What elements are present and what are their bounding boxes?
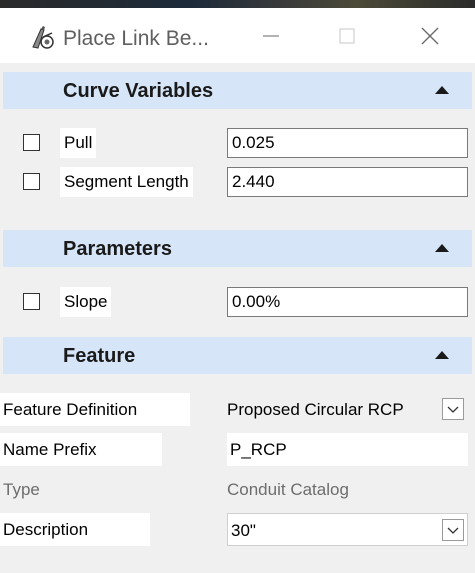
section-title: Curve Variables bbox=[63, 80, 214, 102]
description-select[interactable]: 30" bbox=[227, 513, 468, 546]
section-header-curve-variables[interactable]: Curve Variables bbox=[3, 72, 472, 109]
slope-input[interactable]: 0.00% bbox=[227, 287, 468, 317]
chevron-up-icon[interactable] bbox=[433, 347, 451, 361]
minimize-button[interactable] bbox=[241, 8, 301, 63]
chevron-down-icon bbox=[447, 527, 459, 534]
name-prefix-input[interactable]: P_RCP bbox=[227, 433, 468, 466]
slope-label: Slope bbox=[60, 287, 112, 317]
type-value: Conduit Catalog bbox=[227, 480, 349, 499]
description-label: Description bbox=[0, 513, 150, 546]
segment-length-label: Segment Length bbox=[60, 167, 193, 197]
chevron-up-icon[interactable] bbox=[433, 240, 451, 254]
section-header-feature[interactable]: Feature bbox=[3, 337, 472, 374]
section-title: Feature bbox=[63, 345, 136, 367]
pull-checkbox[interactable] bbox=[23, 134, 40, 151]
pull-label: Pull bbox=[60, 128, 97, 158]
slope-checkbox[interactable] bbox=[23, 293, 40, 310]
chevron-up-icon[interactable] bbox=[433, 82, 451, 96]
close-icon bbox=[421, 27, 439, 44]
type-label: Type bbox=[0, 473, 48, 506]
feature-definition-label: Feature Definition bbox=[0, 393, 190, 426]
section-title: Parameters bbox=[63, 238, 172, 260]
title-bar[interactable]: Place Link Be... bbox=[0, 8, 475, 63]
segment-length-input[interactable]: 2.440 bbox=[227, 167, 468, 197]
maximize-button[interactable] bbox=[317, 8, 377, 63]
section-header-parameters[interactable]: Parameters bbox=[3, 230, 472, 267]
maximize-icon bbox=[339, 27, 355, 44]
pencil-compass-icon bbox=[32, 26, 54, 49]
chevron-down-icon bbox=[447, 406, 459, 413]
close-button[interactable] bbox=[400, 8, 460, 63]
description-dropdown-button[interactable] bbox=[442, 519, 464, 541]
minimize-icon bbox=[263, 34, 279, 37]
segment-length-checkbox[interactable] bbox=[23, 173, 40, 190]
feature-definition-select[interactable]: Proposed Circular RCP bbox=[227, 393, 441, 426]
window-title: Place Link Be... bbox=[63, 27, 209, 50]
pull-input[interactable]: 0.025 bbox=[227, 128, 468, 158]
background-strip bbox=[0, 0, 475, 8]
feature-definition-dropdown-button[interactable] bbox=[442, 398, 464, 420]
name-prefix-label: Name Prefix bbox=[0, 433, 162, 466]
tool-window: Place Link Be... Curve Variables Pull 0.… bbox=[0, 8, 475, 573]
